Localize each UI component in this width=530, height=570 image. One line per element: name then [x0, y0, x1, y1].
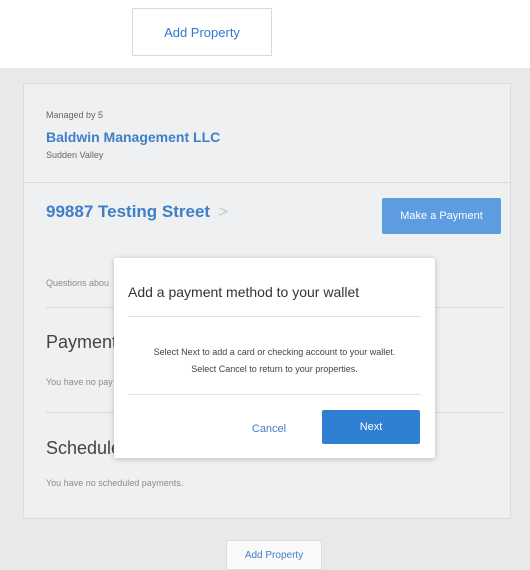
dialog-title: Add a payment method to your wallet — [128, 284, 360, 300]
dialog-divider — [128, 394, 421, 395]
questions-text: Questions abou — [46, 278, 110, 288]
no-scheduled-payments-text: You have no scheduled payments. — [46, 478, 184, 488]
dialog-message-line: Select Cancel to return to your properti… — [191, 364, 358, 374]
dialog-message: Select Next to add a card or checking ac… — [114, 344, 435, 378]
property-address-link[interactable]: 99887 Testing Street > — [46, 202, 228, 222]
no-payments-text: You have no pay — [46, 377, 113, 387]
payment-method-dialog: Add a payment method to your wallet Sele… — [114, 258, 435, 458]
add-property-button-bottom[interactable]: Add Property — [226, 540, 322, 570]
next-button[interactable]: Next — [322, 410, 420, 444]
chevron-right-icon: > — [218, 202, 229, 221]
payments-heading: Payment — [46, 332, 118, 352]
make-payment-button[interactable]: Make a Payment — [382, 198, 501, 234]
scheduled-payments-heading: Schedule — [46, 438, 122, 458]
cancel-button[interactable]: Cancel — [234, 418, 304, 440]
add-property-button[interactable]: Add Property — [132, 8, 272, 56]
property-address-text: 99887 Testing Street — [46, 202, 211, 221]
dialog-divider — [128, 316, 421, 317]
management-company-link[interactable]: Baldwin Management LLC — [46, 129, 220, 145]
card-divider — [23, 182, 511, 183]
dialog-message-line: Select Next to add a card or checking ac… — [153, 347, 396, 357]
managed-by-label: Managed by 5 — [46, 110, 104, 120]
property-location: Sudden Valley — [46, 150, 104, 160]
